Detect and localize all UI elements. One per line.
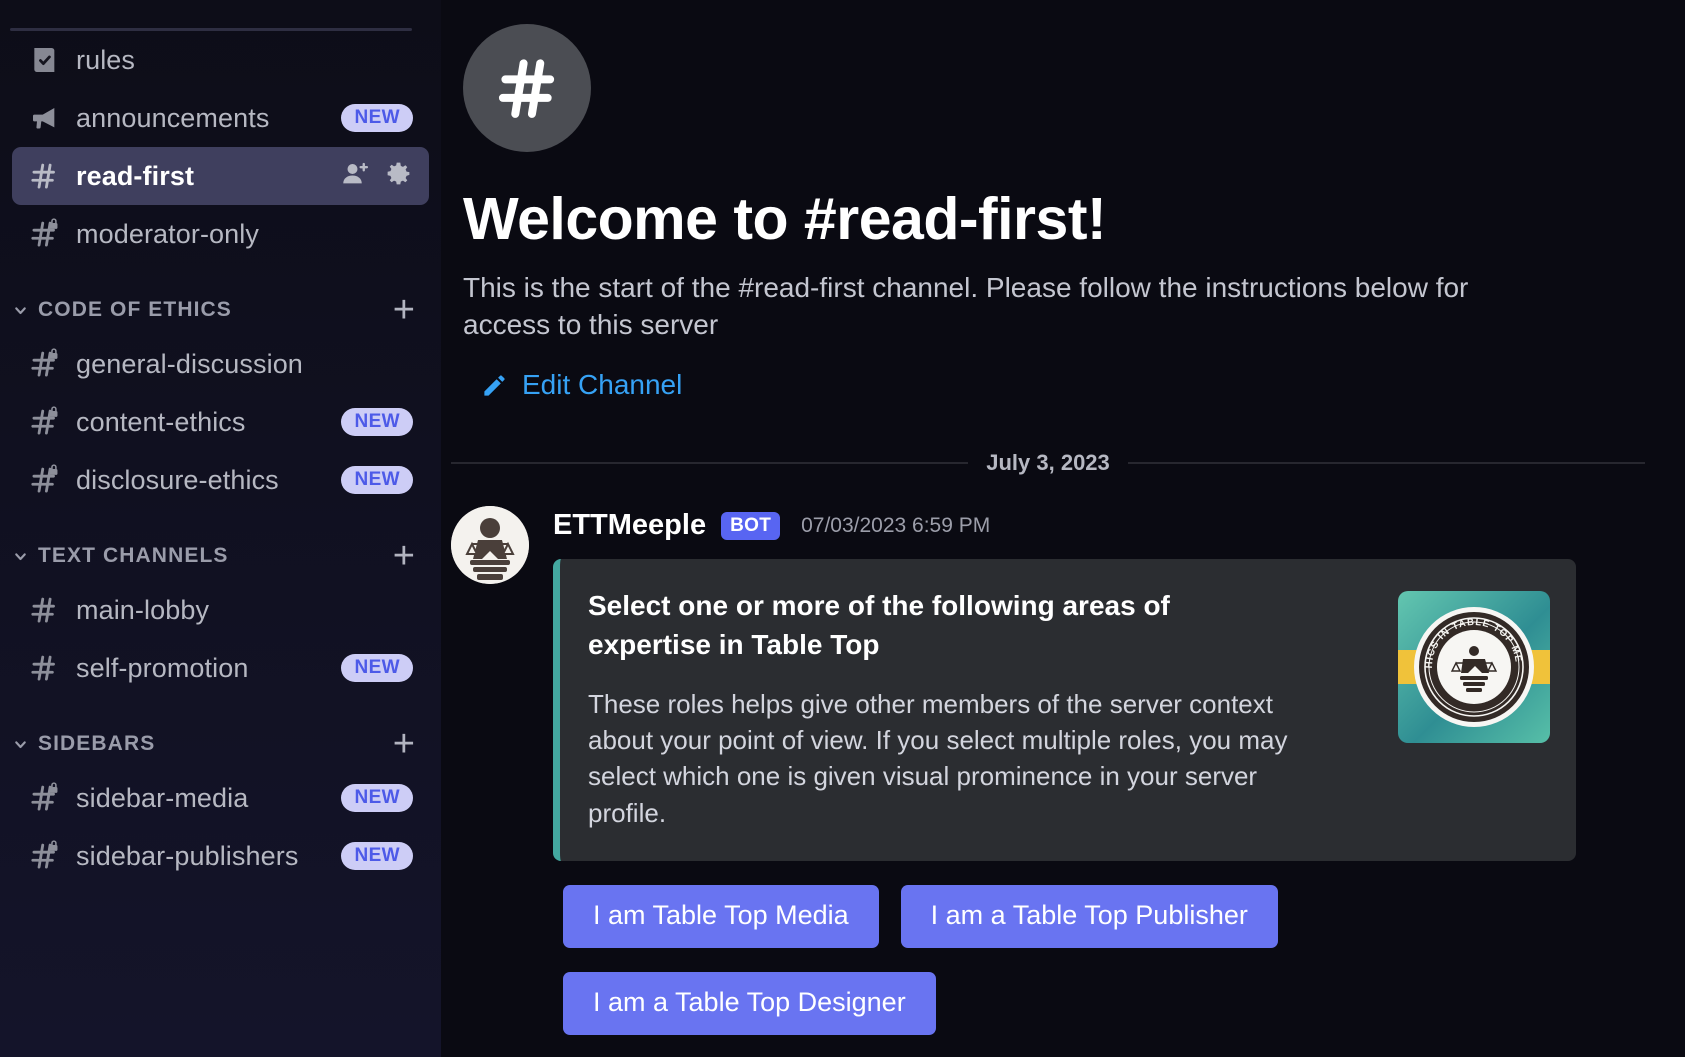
- category-label: SIDEBARS: [38, 732, 156, 755]
- sidebar-item-label: read-first: [76, 160, 195, 191]
- date-divider: July 3, 2023: [451, 449, 1646, 476]
- sidebar-item-label: rules: [76, 44, 136, 75]
- add-channel-icon[interactable]: +: [393, 725, 415, 763]
- sidebar-item-label: sidebar-media: [76, 782, 249, 813]
- add-member-icon[interactable]: [340, 159, 370, 194]
- hash-lock-icon: [28, 405, 62, 439]
- gear-icon[interactable]: [384, 159, 413, 193]
- sidebar-item-disclosure-ethics[interactable]: disclosure-ethics NEW: [12, 451, 429, 509]
- new-badge: NEW: [341, 408, 413, 436]
- new-badge: NEW: [341, 784, 413, 812]
- channel-description: This is the start of the #read-first cha…: [463, 272, 1469, 341]
- sidebar-item-main-lobby[interactable]: main-lobby: [12, 581, 429, 639]
- top-channel-list: rules announcements NEW read-first moderator…: [0, 31, 441, 263]
- sidebar-item-label: main-lobby: [76, 594, 210, 625]
- sidebar-item-general-discussion[interactable]: general-discussion: [12, 335, 429, 393]
- avatar[interactable]: [451, 505, 529, 584]
- message-pane: Welcome to #read-first! This is the star…: [441, 0, 1685, 1057]
- new-badge: NEW: [341, 654, 413, 682]
- hash-lock-icon: [28, 217, 62, 251]
- sidebar-item-label: sidebar-publishers: [76, 840, 299, 871]
- sidebar-item-label: moderator-only: [76, 218, 259, 249]
- discord-app-window: rules announcements NEW read-first moderator…: [0, 0, 1685, 1057]
- new-badge: NEW: [341, 842, 413, 870]
- pencil-icon: [481, 372, 508, 399]
- new-badge: NEW: [341, 104, 413, 132]
- hash-icon: [28, 651, 62, 685]
- sidebar-item-sidebar-media[interactable]: sidebar-media NEW: [12, 769, 429, 827]
- edit-channel-label: Edit Channel: [522, 369, 683, 401]
- action-button-group: I am Table Top Media I am a Table Top Pub…: [553, 884, 1685, 1035]
- category-header-sidebars[interactable]: SIDEBARS +: [6, 723, 415, 765]
- category-list: CODE OF ETHICS + general-discussion content…: [0, 289, 441, 885]
- category-label: CODE OF ETHICS: [38, 298, 232, 321]
- sidebar-item-label: general-discussion: [76, 348, 303, 379]
- edit-channel-link[interactable]: Edit Channel: [481, 369, 682, 401]
- category-header-text-channels[interactable]: TEXT CHANNELS +: [6, 535, 415, 577]
- chat-message: ETTMeeple BOT 07/03/2023 6:59 PM Select …: [451, 505, 1685, 1057]
- category-header-code-of-ethics[interactable]: CODE OF ETHICS +: [6, 289, 415, 331]
- sidebar-item-label: disclosure-ethics: [76, 464, 279, 495]
- sidebar-item-label: content-ethics: [76, 406, 246, 437]
- channel-intro: Welcome to #read-first! This is the star…: [441, 0, 1685, 404]
- hash-icon: [28, 159, 62, 193]
- role-button-i-am-a-table-top-designer[interactable]: I am a Table Top Designer: [563, 971, 936, 1035]
- chevron-down-icon: [12, 548, 29, 565]
- add-channel-icon[interactable]: +: [393, 537, 415, 575]
- new-badge: NEW: [341, 466, 413, 494]
- divider-line-left: [451, 461, 969, 464]
- hash-icon: [463, 24, 591, 152]
- sidebar-item-sidebar-publishers[interactable]: sidebar-publishers NEW: [12, 827, 429, 885]
- button-row: I am Table Top Media I am a Table Top Pub…: [563, 884, 1685, 948]
- message-embed: Select one or more of the following area…: [553, 558, 1576, 861]
- sidebar-item-label: self-promotion: [76, 652, 249, 683]
- sidebar-item-announcements[interactable]: announcements NEW: [12, 89, 429, 147]
- embed-title: Select one or more of the following area…: [588, 589, 1170, 660]
- message-header: ETTMeeple BOT 07/03/2023 6:59 PM: [553, 506, 1685, 546]
- message-timestamp: 07/03/2023 6:59 PM: [801, 513, 991, 537]
- chevron-down-icon: [12, 302, 29, 319]
- sidebar-item-read-first[interactable]: read-first: [12, 147, 429, 205]
- embed-description: These roles helps give other members of …: [588, 689, 1288, 828]
- channel-actions: [340, 159, 413, 194]
- sidebar-item-moderator-only[interactable]: moderator-only: [12, 205, 429, 263]
- hash-lock-icon: [28, 781, 62, 815]
- channel-sidebar: rules announcements NEW read-first moderator…: [0, 0, 441, 1057]
- category-label: TEXT CHANNELS: [38, 544, 229, 567]
- divider-line-right: [1127, 461, 1646, 464]
- add-channel-icon[interactable]: +: [393, 291, 415, 329]
- role-button-i-am-a-table-top-publisher[interactable]: I am a Table Top Publisher: [900, 884, 1278, 948]
- message-author[interactable]: ETTMeeple: [553, 509, 706, 542]
- hash-icon: [28, 593, 62, 627]
- sidebar-item-content-ethics[interactable]: content-ethics NEW: [12, 393, 429, 451]
- chevron-down-icon: [12, 736, 29, 753]
- role-button-i-am-table-top-media[interactable]: I am Table Top Media: [563, 884, 879, 948]
- sidebar-item-self-promotion[interactable]: self-promotion NEW: [12, 639, 429, 697]
- rules-book-icon: [28, 43, 62, 77]
- hash-lock-icon: [28, 347, 62, 381]
- page-title: Welcome to #read-first!: [463, 186, 1107, 252]
- hash-lock-icon: [28, 839, 62, 873]
- megaphone-icon: [28, 101, 62, 135]
- sidebar-item-label: announcements: [76, 102, 270, 133]
- ethics-in-table-top-media-initiative-seal[interactable]: ETHICS IN TABLE TOP MEDIA INITIATIVE: [1398, 590, 1550, 743]
- embed-text-block: Select one or more of the following area…: [588, 587, 1378, 831]
- hash-lock-icon: [28, 463, 62, 497]
- sidebar-item-rules[interactable]: rules: [12, 31, 429, 89]
- date-label: July 3, 2023: [986, 449, 1110, 475]
- bot-badge: BOT: [721, 511, 781, 540]
- message-body: ETTMeeple BOT 07/03/2023 6:59 PM Select …: [553, 506, 1685, 1057]
- button-row: I am a Table Top Designer: [563, 971, 1685, 1035]
